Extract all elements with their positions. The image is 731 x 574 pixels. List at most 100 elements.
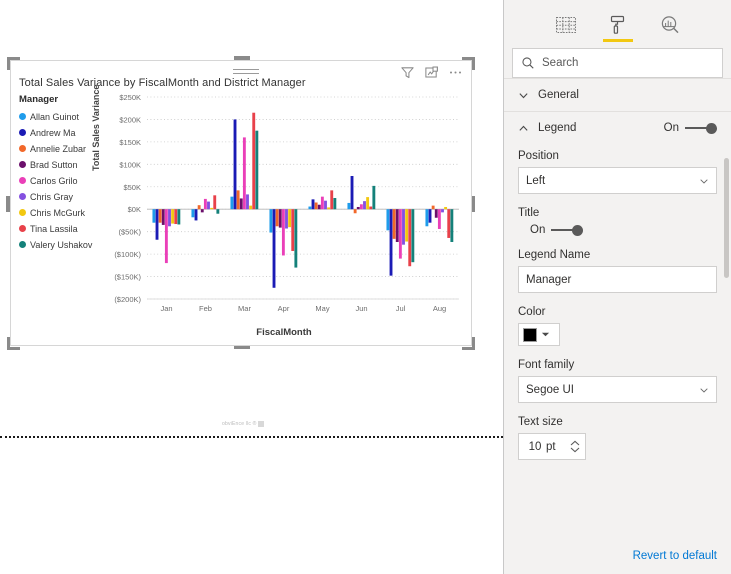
chart-bar[interactable] (236, 190, 240, 210)
position-dropdown[interactable]: Left (518, 167, 717, 194)
color-picker[interactable] (518, 323, 560, 346)
chart-bar[interactable] (366, 197, 370, 210)
chart-bar[interactable] (333, 198, 337, 210)
legend-item[interactable]: Valery Ushakov (19, 237, 105, 253)
chart-bar[interactable] (444, 206, 448, 210)
chart-bar[interactable] (389, 209, 393, 276)
revert-to-default-link[interactable]: Revert to default (633, 550, 717, 562)
chart-bar[interactable] (327, 207, 331, 210)
chart-bar[interactable] (269, 209, 273, 233)
chart-bar[interactable] (152, 209, 156, 223)
chart-bar[interactable] (177, 209, 181, 225)
chart-bar[interactable] (252, 112, 256, 210)
format-pane-scrollbar[interactable] (724, 158, 729, 278)
chart-bar[interactable] (314, 202, 318, 210)
bar-chart-svg[interactable]: $250K $200K $150K $100K $50K $0K ($50K) ($100K)… (103, 91, 465, 321)
visualizations-format-pane[interactable]: General Legend On Position Left (504, 0, 731, 574)
analytics-tab[interactable] (653, 8, 687, 42)
chart-bar[interactable] (311, 199, 315, 210)
chart-bar[interactable] (275, 209, 279, 227)
chart-bar[interactable] (324, 200, 327, 210)
search-input[interactable] (542, 57, 714, 69)
chart-bar[interactable] (411, 209, 415, 263)
chart-bar[interactable] (203, 198, 207, 210)
chart-bar[interactable] (356, 206, 360, 210)
chart-bar[interactable] (272, 209, 276, 288)
legend-item[interactable]: Carlos Grilo (19, 173, 105, 189)
chart-bar[interactable] (171, 209, 175, 224)
legend-name-input-wrap[interactable] (518, 266, 717, 293)
text-size-stepper[interactable]: 10 pt (518, 433, 586, 460)
chart-bar[interactable] (213, 195, 217, 210)
chart-bar[interactable] (174, 209, 178, 225)
chart-bar[interactable] (294, 209, 298, 268)
chart-bar[interactable] (255, 130, 259, 210)
chart-plot-area[interactable]: $250K $200K $150K $100K $50K $0K ($50K) ($100K)… (103, 91, 465, 321)
title-toggle[interactable]: On (518, 224, 717, 236)
chart-bar[interactable] (405, 209, 409, 242)
chart-bar[interactable] (317, 204, 321, 210)
focus-mode-icon[interactable] (424, 65, 439, 80)
chart-bar[interactable] (363, 201, 366, 210)
chart-bar[interactable] (425, 209, 429, 227)
filter-icon[interactable] (400, 65, 415, 80)
chart-bar[interactable] (408, 209, 412, 267)
legend-item[interactable]: Tina Lassila (19, 221, 105, 237)
stepper-up-icon[interactable] (570, 440, 580, 446)
bar-chart-visual[interactable]: Total Sales Variance by FiscalMonth and … (10, 60, 472, 346)
font-family-dropdown[interactable]: Segoe UI (518, 376, 717, 403)
general-section-header[interactable]: General (504, 78, 731, 111)
chart-bar[interactable] (392, 209, 396, 239)
chart-bar[interactable] (249, 205, 253, 210)
legend-toggle[interactable]: On (664, 122, 717, 134)
chart-bar[interactable] (278, 209, 282, 228)
chart-bar[interactable] (386, 209, 390, 231)
chart-bar[interactable] (246, 194, 249, 210)
chart-bar[interactable] (434, 209, 438, 218)
chart-bar[interactable] (291, 209, 295, 251)
drag-handle-icon[interactable] (233, 69, 259, 77)
chart-bar[interactable] (239, 198, 243, 210)
report-canvas-pane[interactable]: Total Sales Variance by FiscalMonth and … (0, 0, 504, 574)
chart-bar[interactable] (372, 185, 376, 210)
legend-section-header[interactable]: Legend On (504, 111, 731, 144)
chart-bar[interactable] (441, 209, 444, 213)
chart-bar[interactable] (242, 137, 246, 210)
chart-bar[interactable] (359, 204, 363, 210)
chart-bar[interactable] (216, 209, 220, 214)
chart-bar[interactable] (288, 209, 292, 228)
stepper-down-icon[interactable] (570, 447, 580, 453)
format-pane-scroll-region[interactable]: General Legend On Position Left Title On… (504, 78, 731, 538)
chart-bar[interactable] (398, 209, 402, 259)
chart-bar[interactable] (428, 209, 432, 223)
chart-bar[interactable] (447, 209, 451, 238)
chart-bar[interactable] (437, 209, 441, 229)
chart-bar[interactable] (233, 119, 237, 210)
chart-bar[interactable] (191, 209, 195, 218)
chart-bar[interactable] (330, 190, 334, 210)
chart-bar[interactable] (200, 209, 204, 213)
chart-bar[interactable] (158, 209, 162, 223)
chart-bar[interactable] (210, 207, 214, 210)
chart-bar[interactable] (161, 209, 165, 225)
chart-bar[interactable] (395, 209, 399, 242)
legend-item[interactable]: Chris Gray (19, 189, 105, 205)
chart-bar[interactable] (285, 209, 288, 229)
chart-bar[interactable] (197, 205, 201, 210)
chart-bar[interactable] (450, 209, 454, 242)
chart-bar[interactable] (230, 196, 234, 210)
search-box[interactable] (512, 48, 723, 78)
legend-name-input[interactable] (526, 273, 709, 286)
chart-bar[interactable] (320, 196, 324, 210)
chart-bar[interactable] (308, 206, 312, 210)
chart-bar[interactable] (164, 209, 168, 264)
more-options-icon[interactable] (448, 65, 463, 80)
chart-bar[interactable] (207, 201, 210, 210)
chart-bar[interactable] (350, 176, 354, 210)
chart-bar[interactable] (281, 209, 285, 256)
chart-bar[interactable] (369, 206, 373, 210)
chart-bar[interactable] (194, 209, 198, 221)
legend-item[interactable]: Chris McGurk (19, 205, 105, 221)
chart-bar[interactable] (431, 205, 435, 210)
chart-bar[interactable] (402, 209, 405, 245)
